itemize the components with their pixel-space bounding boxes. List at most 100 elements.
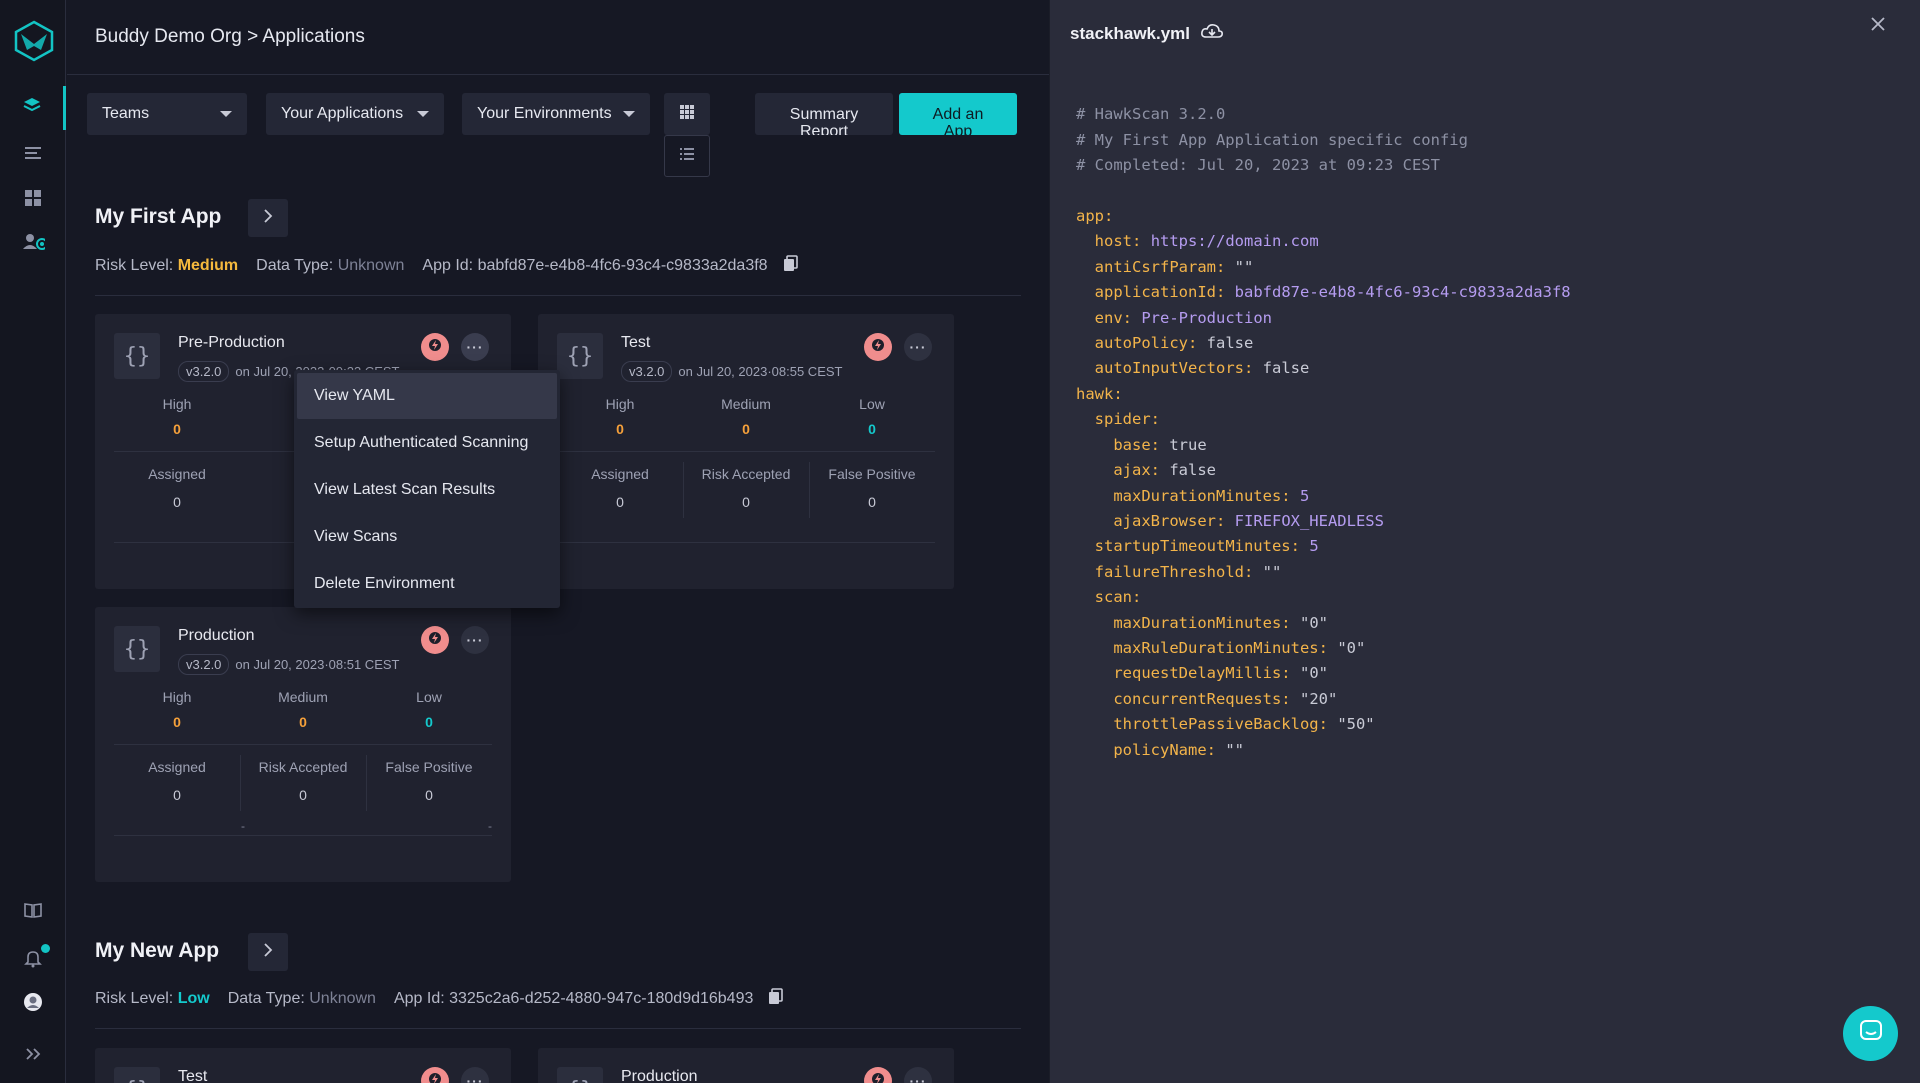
copy-icon[interactable]: [782, 254, 800, 277]
nav-findings[interactable]: [0, 133, 66, 177]
env-version-row: v3.2.0 on Jul 20, 2023·08:51 CEST: [178, 654, 399, 675]
chevron-right-icon: [261, 942, 275, 962]
support-chat-button[interactable]: [1843, 1006, 1898, 1061]
ellipsis-icon: ···: [466, 632, 484, 648]
ellipsis-icon: ···: [909, 339, 927, 355]
app-id-value: 3325c2a6-d252-4880-947c-180d9d16b493: [449, 989, 754, 1007]
yaml-key: policyName:: [1113, 740, 1216, 759]
copy-icon[interactable]: [767, 987, 785, 1010]
notification-dot: [41, 944, 50, 953]
add-app-button[interactable]: Add an App: [899, 93, 1017, 135]
env-name[interactable]: Production: [178, 627, 255, 645]
more-options-button[interactable]: ···: [461, 626, 489, 654]
stat-assigned-count[interactable]: 0: [557, 494, 683, 510]
severity-medium-count[interactable]: 0: [683, 421, 809, 437]
yaml-code-block: # HawkScan 3.2.0 # My First App Applicat…: [1076, 77, 1571, 763]
yaml-key: scan:: [1094, 588, 1142, 607]
breadcrumb-separator: >: [247, 26, 259, 47]
env-name[interactable]: Test: [621, 334, 650, 352]
list-view-button[interactable]: [664, 135, 710, 177]
more-options-button[interactable]: ···: [461, 333, 489, 361]
yaml-key: env:: [1094, 308, 1132, 327]
app-id-value: babfd87e-e4b8-4fc6-93c4-c9833a2da3f8: [477, 256, 768, 274]
nav-notifications[interactable]: [0, 938, 66, 982]
menu-item-view-latest-results[interactable]: View Latest Scan Results: [297, 467, 557, 513]
severity-high: High 0: [557, 396, 683, 437]
cloud-download-icon[interactable]: [1200, 22, 1224, 45]
yaml-key: ajaxBrowser:: [1113, 511, 1226, 530]
yaml-key: throttlePassiveBacklog:: [1113, 715, 1328, 734]
stat-assigned-count[interactable]: 0: [114, 787, 240, 803]
run-scan-button[interactable]: [421, 1067, 449, 1083]
yaml-comment: # HawkScan 3.2.0: [1076, 105, 1226, 124]
scan-timestamp: on Jul 20, 2023·08:51 CEST: [235, 657, 400, 672]
app-meta: Risk Level: Low Data Type: Unknown App I…: [95, 987, 785, 1010]
stat-risk-accepted-count[interactable]: 0: [240, 787, 366, 803]
card-divider: [114, 744, 492, 745]
env-name[interactable]: Production: [621, 1068, 698, 1083]
stackhawk-logo[interactable]: [13, 20, 55, 62]
app-details-button[interactable]: [248, 933, 288, 971]
close-drawer-button[interactable]: [1866, 14, 1890, 38]
teams-dropdown[interactable]: Teams: [87, 93, 247, 135]
app-title[interactable]: My First App: [95, 205, 221, 229]
version-badge: v3.2.0: [178, 654, 230, 675]
nav-dashboard[interactable]: [0, 178, 66, 222]
more-options-button[interactable]: ···: [904, 1067, 932, 1083]
yaml-key: startupTimeoutMinutes:: [1094, 537, 1300, 556]
environments-dropdown[interactable]: Your Environments: [462, 93, 650, 135]
env-card-production[interactable]: {} Production v3.2.0 on Jul 20, 2023·08:…: [95, 607, 511, 882]
severity-high-count[interactable]: 0: [114, 714, 240, 730]
nav-docs[interactable]: [0, 890, 66, 934]
ellipsis-icon: ···: [909, 1073, 927, 1083]
app-title[interactable]: My New App: [95, 939, 219, 963]
yaml-value: "20": [1299, 689, 1338, 708]
menu-item-view-scans[interactable]: View Scans: [297, 514, 557, 560]
run-scan-button[interactable]: [421, 626, 449, 654]
stat-assigned-count[interactable]: 0: [114, 494, 240, 510]
add-app-label-1: Add an: [932, 106, 984, 123]
severity-medium-count[interactable]: 0: [240, 714, 366, 730]
severity-low-count[interactable]: 0: [809, 421, 935, 437]
severity-high-count[interactable]: 0: [114, 421, 240, 437]
more-options-button[interactable]: ···: [461, 1067, 489, 1083]
env-name[interactable]: Pre-Production: [178, 334, 285, 352]
run-scan-button[interactable]: [421, 333, 449, 361]
nav-applications[interactable]: [0, 86, 66, 130]
run-scan-button[interactable]: [864, 1067, 892, 1083]
severity-high-count[interactable]: 0: [557, 421, 683, 437]
env-card-test[interactable]: {} Test v3.2.0 on Jul 20, 2023·08:55 CES…: [538, 314, 954, 589]
risk-level-label: Risk Level:: [95, 989, 174, 1007]
stat-assigned: Assigned 0: [114, 755, 240, 813]
severity-low: Low 0: [366, 689, 492, 730]
nav-users[interactable]: [0, 222, 66, 266]
env-card-test[interactable]: {} Test ···: [95, 1048, 511, 1083]
yaml-key: failureThreshold:: [1094, 562, 1254, 581]
stat-false-positive-label: False Positive: [385, 759, 473, 775]
trend-dash: -: [488, 819, 492, 833]
stat-false-positive-count[interactable]: 0: [366, 787, 492, 803]
yaml-value: "": [1225, 740, 1244, 759]
severity-high-label: High: [162, 689, 192, 705]
breadcrumb-org[interactable]: Buddy Demo Org: [95, 26, 242, 47]
yaml-key: antiCsrfParam:: [1094, 257, 1226, 276]
more-options-button[interactable]: ···: [904, 333, 932, 361]
grid-view-button[interactable]: [664, 93, 710, 135]
env-card-production[interactable]: {} Production ···: [538, 1048, 954, 1083]
applications-dropdown[interactable]: Your Applications: [266, 93, 444, 135]
stat-risk-accepted-count[interactable]: 0: [683, 494, 809, 510]
app-details-button[interactable]: [248, 199, 288, 237]
nav-profile[interactable]: [0, 982, 66, 1026]
environment-context-menu: View YAML Setup Authenticated Scanning V…: [294, 370, 560, 608]
ellipsis-icon: ···: [466, 1073, 484, 1083]
severity-high: High 0: [114, 396, 240, 437]
env-name[interactable]: Test: [178, 1068, 207, 1083]
menu-item-view-yaml[interactable]: View YAML: [297, 373, 557, 419]
severity-low-count[interactable]: 0: [366, 714, 492, 730]
menu-item-setup-auth-scanning[interactable]: Setup Authenticated Scanning: [297, 420, 557, 466]
summary-report-button[interactable]: Summary Report: [755, 93, 893, 135]
run-scan-button[interactable]: [864, 333, 892, 361]
nav-expand[interactable]: [0, 1034, 66, 1078]
stat-false-positive-count[interactable]: 0: [809, 494, 935, 510]
menu-item-delete-environment[interactable]: Delete Environment: [297, 561, 557, 607]
